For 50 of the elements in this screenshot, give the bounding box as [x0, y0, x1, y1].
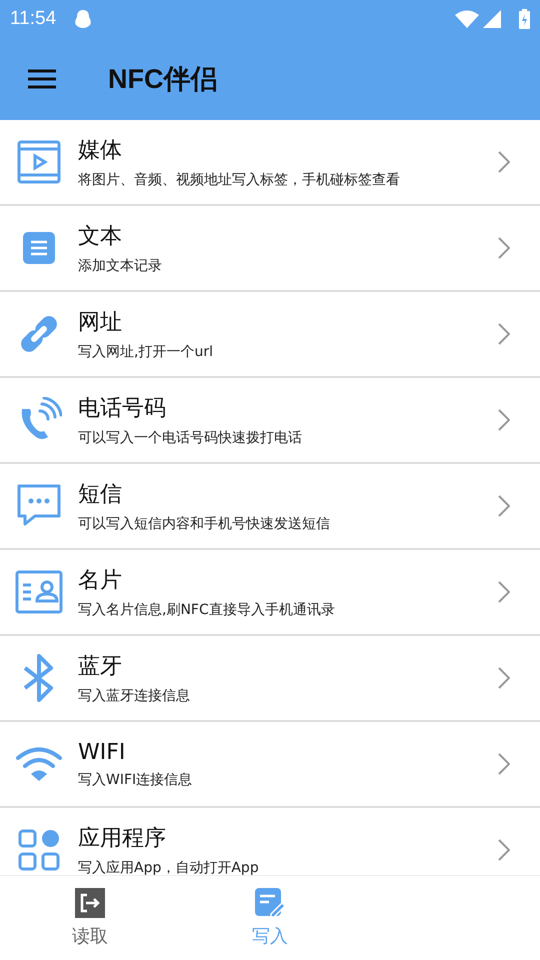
list-item[interactable]: 电话号码 可以写入一个电话号码快速拨打电话	[0, 378, 540, 464]
video-icon	[17, 140, 61, 184]
menu-icon[interactable]	[28, 69, 56, 89]
wifi-signal-icon	[455, 10, 479, 28]
wifi-icon	[15, 745, 63, 783]
cell-signal-icon	[483, 10, 501, 28]
apps-icon	[18, 829, 60, 871]
chevron-right-icon	[498, 409, 510, 431]
chevron-right-icon	[498, 839, 510, 861]
item-description: 可以写入短信内容和手机号快速发送短信	[78, 515, 331, 533]
exit-icon	[75, 888, 105, 918]
item-description: 添加文本记录	[78, 257, 163, 275]
item-description: 将图片、音频、视频地址写入标签，手机碰标签查看	[78, 171, 401, 189]
list-item[interactable]: WIFI 写入WIFI连接信息	[0, 722, 540, 808]
item-description: 写入应用App，自动打开App	[78, 859, 260, 875]
item-title: WIFI	[78, 740, 126, 764]
item-title: 电话号码	[78, 395, 167, 423]
app-title: NFC伴侣	[108, 63, 218, 96]
chevron-right-icon	[498, 753, 510, 775]
list-item[interactable]: 文本 添加文本记录	[0, 206, 540, 292]
item-title: 媒体	[78, 137, 123, 165]
chevron-right-icon	[498, 237, 510, 259]
chevron-right-icon	[498, 581, 510, 603]
item-title: 应用程序	[78, 825, 167, 853]
item-description: 写入网址,打开一个url	[78, 343, 214, 361]
list-item[interactable]: 网址 写入网址,打开一个url	[0, 292, 540, 378]
item-title: 网址	[78, 309, 123, 337]
list-item[interactable]: 媒体 将图片、音频、视频地址写入标签，手机碰标签查看	[0, 120, 540, 206]
contact-card-icon	[15, 570, 63, 614]
edit-note-icon	[255, 888, 285, 918]
status-time: 11:54	[10, 8, 56, 30]
penguin-icon	[74, 9, 92, 29]
nav-tab[interactable]: 读取	[0, 876, 180, 960]
list-item[interactable]: 蓝牙 写入蓝牙连接信息	[0, 636, 540, 722]
document-icon	[22, 231, 56, 265]
chevron-right-icon	[498, 667, 510, 689]
battery-icon	[519, 9, 530, 29]
item-title: 蓝牙	[78, 653, 123, 681]
item-description: 写入蓝牙连接信息	[78, 687, 191, 705]
list-item[interactable]: 名片 写入名片信息,刷NFC直接导入手机通讯录	[0, 550, 540, 636]
chevron-right-icon	[498, 323, 510, 345]
item-title: 文本	[78, 223, 123, 251]
item-title: 短信	[78, 481, 123, 509]
chevron-right-icon	[498, 495, 510, 517]
item-description: 写入WIFI连接信息	[78, 770, 194, 788]
item-description: 可以写入一个电话号码快速拨打电话	[78, 429, 303, 447]
item-title: 名片	[78, 567, 123, 595]
chevron-right-icon	[498, 151, 510, 173]
item-description: 写入名片信息,刷NFC直接导入手机通讯录	[78, 601, 336, 619]
list-item[interactable]: 短信 可以写入短信内容和手机号快速发送短信	[0, 464, 540, 550]
